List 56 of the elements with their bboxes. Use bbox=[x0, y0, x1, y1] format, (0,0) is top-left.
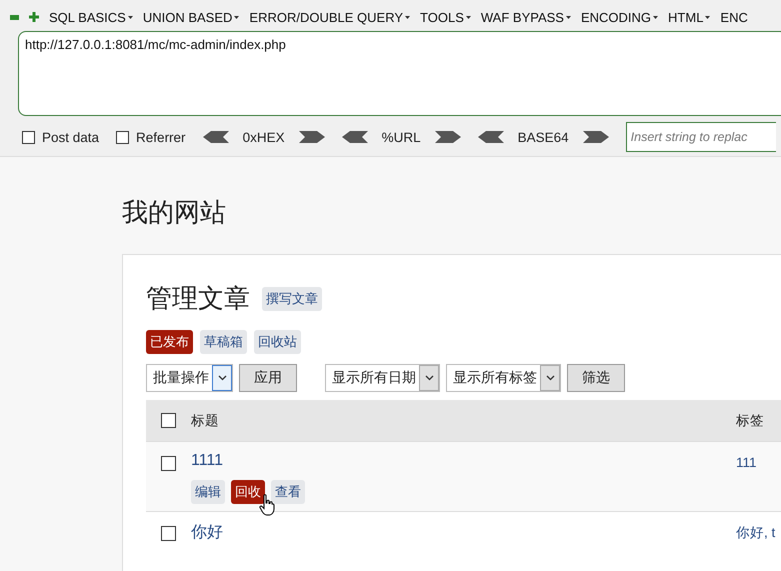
new-post-link[interactable]: 撰写文章 bbox=[262, 286, 322, 310]
dropdown-arrow-icon bbox=[234, 16, 240, 18]
encoder-label: 0xHEX bbox=[242, 130, 285, 144]
row-checkbox[interactable] bbox=[161, 526, 176, 541]
replace-field[interactable]: Insert string to replac bbox=[626, 122, 776, 152]
right-arrow-icon[interactable] bbox=[434, 131, 461, 143]
post-tag-link[interactable]: 你好, t bbox=[736, 525, 776, 540]
dropdown-arrow-icon bbox=[653, 16, 658, 18]
row-checkbox[interactable] bbox=[161, 456, 176, 471]
right-arrow-icon[interactable] bbox=[582, 131, 609, 143]
select-all-checkbox[interactable] bbox=[161, 413, 176, 428]
page-heading: 管理文章 bbox=[146, 282, 250, 315]
caret-icon bbox=[424, 375, 434, 381]
status-tab[interactable]: 已发布 bbox=[146, 330, 193, 354]
site-title: 我的网站 bbox=[122, 196, 227, 229]
menu-item[interactable]: ENCODING bbox=[580, 10, 658, 24]
minus-icon[interactable] bbox=[10, 14, 19, 20]
menu-item[interactable]: WAF BYPASS bbox=[480, 10, 571, 24]
post-title-link[interactable]: 1111 bbox=[191, 452, 224, 469]
option-checkbox[interactable]: Post data bbox=[22, 130, 100, 144]
plus-icon[interactable] bbox=[29, 12, 39, 22]
option-checkbox[interactable]: Referrer bbox=[116, 130, 186, 144]
left-arrow-icon[interactable] bbox=[478, 131, 504, 143]
dropdown-arrow-icon bbox=[705, 16, 710, 18]
dropdown[interactable]: 批量操作 bbox=[146, 364, 233, 392]
menu-item[interactable]: ENC bbox=[720, 10, 748, 24]
caret-icon bbox=[546, 375, 554, 381]
row-action-link[interactable]: 回收 bbox=[231, 480, 265, 504]
dropdown-arrow-icon bbox=[128, 16, 133, 18]
dropdown-arrow-icon bbox=[466, 16, 471, 18]
status-tab[interactable]: 草稿箱 bbox=[200, 330, 247, 354]
encoder-label: BASE64 bbox=[518, 130, 569, 144]
left-arrow-icon[interactable] bbox=[342, 131, 368, 143]
caret-icon bbox=[218, 375, 226, 381]
url-field[interactable]: http://127.0.0.1:8081/mc/mc-admin/index.php bbox=[18, 31, 781, 116]
column-header: 标签 bbox=[736, 413, 764, 428]
post-tag-link[interactable]: 111 bbox=[736, 455, 757, 470]
status-tab[interactable]: 回收站 bbox=[254, 330, 301, 354]
dropdown-arrow-icon bbox=[566, 16, 571, 18]
dropdown-arrow-icon bbox=[405, 16, 410, 18]
dropdown[interactable]: 显示所有日期 bbox=[325, 364, 440, 392]
filter-button[interactable]: 筛选 bbox=[567, 364, 625, 392]
column-header: 标题 bbox=[191, 413, 219, 428]
encoder-label: %URL bbox=[382, 130, 421, 144]
menu-item[interactable]: SQL BASICS bbox=[49, 10, 133, 24]
menu-item[interactable]: ERROR/DOUBLE QUERY bbox=[249, 10, 410, 24]
menu-item[interactable]: TOOLS bbox=[420, 10, 471, 24]
filter-button[interactable]: 应用 bbox=[239, 364, 297, 392]
row-action-link[interactable]: 编辑 bbox=[191, 480, 225, 504]
right-arrow-icon[interactable] bbox=[298, 131, 325, 143]
row-action-link[interactable]: 查看 bbox=[271, 480, 305, 504]
menu-item[interactable]: UNION BASED bbox=[142, 10, 240, 24]
menu-item[interactable]: HTML bbox=[668, 10, 710, 24]
dropdown[interactable]: 显示所有标签 bbox=[446, 364, 561, 392]
left-arrow-icon[interactable] bbox=[202, 131, 229, 143]
post-title-link[interactable]: 你好 bbox=[191, 524, 223, 541]
